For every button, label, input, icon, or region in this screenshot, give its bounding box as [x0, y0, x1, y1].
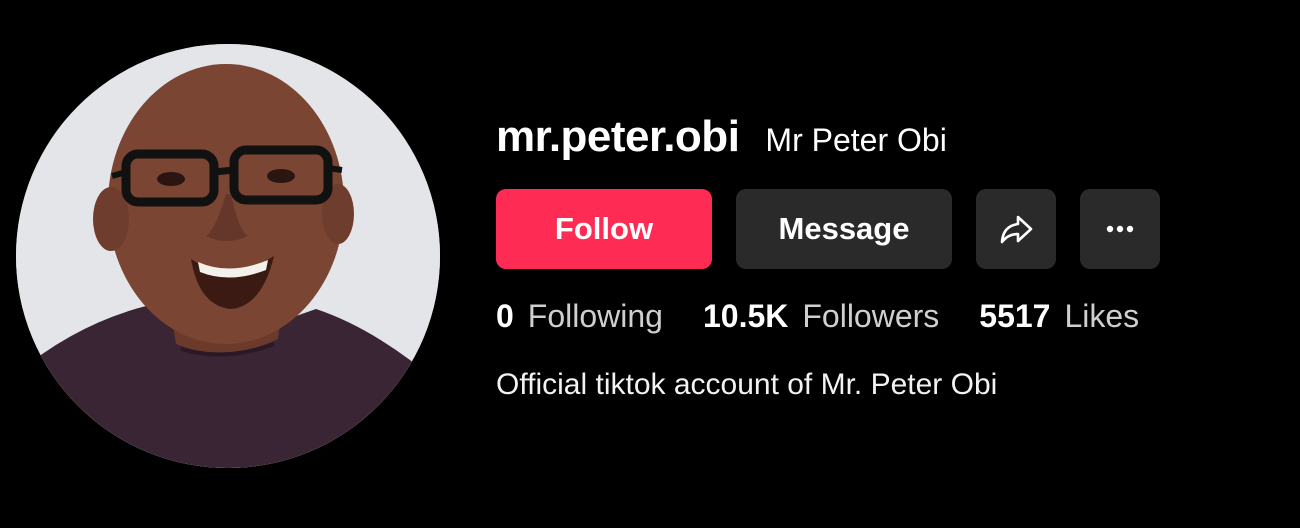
follow-button[interactable]: Follow [496, 189, 712, 269]
profile-bio: Official tiktok account of Mr. Peter Obi [496, 368, 998, 401]
followers-label: Followers [802, 298, 940, 334]
share-button[interactable] [976, 189, 1056, 269]
action-buttons: Follow Message [496, 189, 1160, 269]
stat-likes: 5517 Likes [979, 298, 1139, 335]
share-arrow-icon [1000, 215, 1033, 244]
likes-count: 5517 [979, 298, 1051, 334]
stat-followers[interactable]: 10.5K Followers [703, 298, 939, 335]
display-name: Mr Peter Obi [765, 122, 947, 158]
name-row: mr.peter.obi Mr Peter Obi [496, 110, 1276, 164]
more-dots-icon [1106, 225, 1134, 233]
following-label: Following [527, 298, 663, 334]
more-options-button[interactable] [1080, 189, 1160, 269]
username: mr.peter.obi [496, 112, 740, 161]
following-count: 0 [496, 298, 514, 334]
likes-label: Likes [1064, 298, 1140, 334]
profile-avatar[interactable] [16, 44, 440, 468]
stats-row: 0 Following 10.5K Followers 5517 Likes [496, 298, 1139, 335]
stat-following[interactable]: 0 Following [496, 298, 663, 335]
message-button[interactable]: Message [736, 189, 952, 269]
followers-count: 10.5K [702, 298, 789, 334]
profile-info: mr.peter.obi Mr Peter Obi Follow Message… [496, 110, 1276, 401]
